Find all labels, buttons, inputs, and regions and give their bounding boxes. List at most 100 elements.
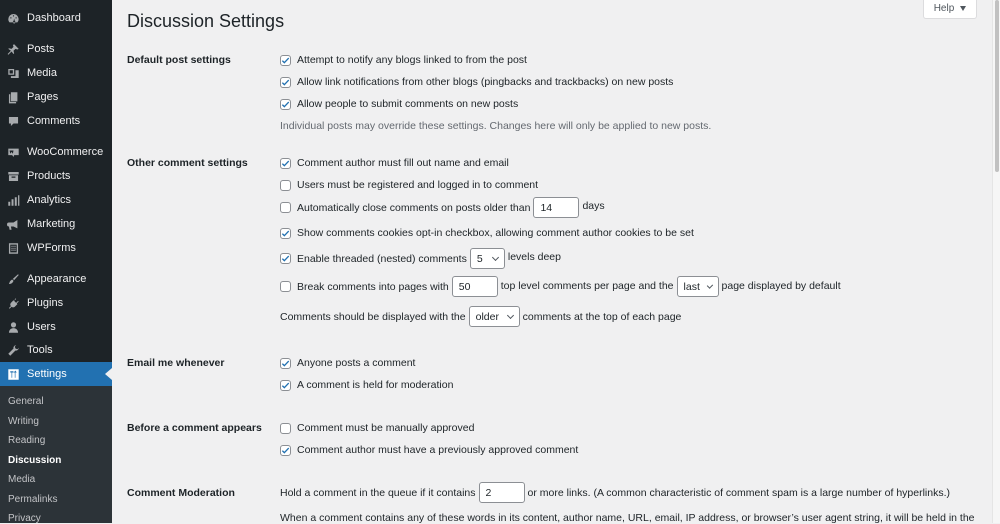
sidebar-item-products[interactable]: Products xyxy=(0,164,112,188)
checkmark-icon xyxy=(281,360,290,367)
settings-submenu: General Writing Reading Discussion Media… xyxy=(0,386,112,524)
option-paged-comments: Break comments into pages with 50 top le… xyxy=(280,276,841,297)
checkbox[interactable] xyxy=(280,422,291,434)
sidebar-item-dashboard[interactable]: Dashboard xyxy=(0,6,112,30)
checkmark-icon xyxy=(281,255,290,262)
option-label: Allow link notifications from other blog… xyxy=(297,76,674,88)
comments-per-page-input[interactable]: 50 xyxy=(451,276,498,297)
checkmark-icon xyxy=(281,57,290,64)
checkbox[interactable] xyxy=(280,54,291,66)
default-page-select[interactable]: last xyxy=(676,276,719,297)
checkbox[interactable] xyxy=(280,253,291,264)
sidebar-item-tools[interactable]: Tools xyxy=(0,338,112,362)
option-text: When a comment contains any of these wor… xyxy=(280,512,975,524)
option-suffix: page displayed by default xyxy=(721,279,841,292)
checkbox[interactable] xyxy=(280,179,291,191)
option-label: Comment author must fill out name and em… xyxy=(297,157,509,169)
plug-icon xyxy=(7,297,20,310)
sidebar-item-wpforms[interactable]: WPForms xyxy=(0,236,112,260)
sidebar-item-label: Pages xyxy=(27,91,59,103)
checkmark-icon xyxy=(281,230,290,237)
sidebar-item-label: WPForms xyxy=(27,242,76,254)
close-days-input[interactable]: 14 xyxy=(533,197,580,218)
submenu-item-permalinks[interactable]: Permalinks xyxy=(8,494,57,505)
option-require-name-email: Comment author must fill out name and em… xyxy=(280,157,509,169)
option-email-anyone-posts: Anyone posts a comment xyxy=(280,357,415,369)
checkbox[interactable] xyxy=(280,379,291,391)
checkbox[interactable] xyxy=(280,202,291,213)
sidebar-item-pages[interactable]: Pages xyxy=(0,85,112,109)
sidebar-item-media[interactable]: Media xyxy=(0,61,112,85)
checkbox[interactable] xyxy=(280,98,291,110)
option-label: Users must be registered and logged in t… xyxy=(297,179,539,191)
option-label: Automatically close comments on posts ol… xyxy=(297,201,531,214)
option-threaded: Enable threaded (nested) comments 5 leve… xyxy=(280,248,561,269)
thread-depth-select[interactable]: 5 xyxy=(469,248,505,269)
archive-icon xyxy=(7,170,20,183)
option-middle: top level comments per page and the xyxy=(500,279,674,292)
paintbrush-icon xyxy=(7,273,20,286)
pages-icon xyxy=(7,91,20,104)
submenu-item-writing[interactable]: Writing xyxy=(8,416,39,427)
option-label: A comment is held for moderation xyxy=(297,379,454,391)
comment-order-select[interactable]: older xyxy=(468,306,520,327)
option-suffix: days xyxy=(582,199,605,212)
sidebar-item-settings[interactable]: Settings xyxy=(0,362,112,386)
option-email-held: A comment is held for moderation xyxy=(280,379,453,391)
checkbox[interactable] xyxy=(280,227,291,239)
section-heading-email: Email me whenever xyxy=(127,357,225,369)
scrollbar-thumb[interactable] xyxy=(995,0,999,172)
checkbox[interactable] xyxy=(280,157,291,169)
submenu-item-discussion[interactable]: Discussion xyxy=(8,455,61,466)
comment-icon xyxy=(7,115,20,128)
sidebar-item-analytics[interactable]: Analytics xyxy=(0,188,112,212)
chevron-down-icon xyxy=(706,281,713,289)
option-previously-approved: Comment author must have a previously ap… xyxy=(280,444,578,456)
sidebar-item-comments[interactable]: Comments xyxy=(0,109,112,133)
checkbox[interactable] xyxy=(280,357,291,369)
sidebar-item-label: Tools xyxy=(27,344,53,356)
checkmark-icon xyxy=(281,447,290,454)
submenu-item-general[interactable]: General xyxy=(8,396,44,407)
option-label: Break comments into pages with xyxy=(297,280,449,293)
max-links-input[interactable]: 2 xyxy=(478,482,525,503)
select-value: 5 xyxy=(476,252,483,265)
sidebar-item-posts[interactable]: Posts xyxy=(0,37,112,61)
checkbox[interactable] xyxy=(280,76,291,88)
sidebar-item-appearance[interactable]: Appearance xyxy=(0,267,112,291)
admin-sidebar: Dashboard Posts Media Pages Comments Woo… xyxy=(0,0,112,524)
sidebar-item-users[interactable]: Users xyxy=(0,315,112,339)
sidebar-item-label: Products xyxy=(27,170,71,182)
help-button[interactable]: Help xyxy=(923,0,977,19)
sidebar-item-label: Media xyxy=(27,67,57,79)
bar-chart-icon xyxy=(7,194,20,207)
checkmark-icon xyxy=(281,79,290,86)
submenu-item-reading[interactable]: Reading xyxy=(8,435,45,446)
wrench-icon xyxy=(7,344,20,357)
option-comment-order: Comments should be displayed with the ol… xyxy=(280,306,681,327)
sidebar-item-label: Settings xyxy=(27,368,67,380)
dashboard-icon xyxy=(7,12,20,25)
submenu-item-privacy[interactable]: Privacy xyxy=(8,513,41,524)
checkbox[interactable] xyxy=(280,444,291,456)
option-label: Comment must be manually approved xyxy=(297,422,475,434)
pin-icon xyxy=(7,43,20,56)
woocommerce-icon xyxy=(7,146,20,159)
sidebar-item-label: Users xyxy=(27,321,56,333)
checkbox[interactable] xyxy=(280,281,291,292)
sidebar-item-woocommerce[interactable]: WooCommerce xyxy=(0,140,112,164)
option-label: Allow people to submit comments on new p… xyxy=(297,98,519,110)
option-close-comments: Automatically close comments on posts ol… xyxy=(280,197,605,218)
page-title: Discussion Settings xyxy=(127,11,285,31)
submenu-item-media[interactable]: Media xyxy=(8,474,35,485)
section-heading-default-post: Default post settings xyxy=(127,54,231,66)
chevron-down-icon xyxy=(506,311,514,319)
option-label: Comment author must have a previously ap… xyxy=(297,444,579,456)
sidebar-item-label: Dashboard xyxy=(27,12,81,24)
option-manual-approval: Comment must be manually approved xyxy=(280,422,474,434)
sidebar-item-plugins[interactable]: Plugins xyxy=(0,291,112,315)
help-label: Help xyxy=(933,2,955,14)
select-value: older xyxy=(475,310,499,323)
vertical-scrollbar[interactable] xyxy=(992,0,1000,523)
sidebar-item-marketing[interactable]: Marketing xyxy=(0,212,112,236)
